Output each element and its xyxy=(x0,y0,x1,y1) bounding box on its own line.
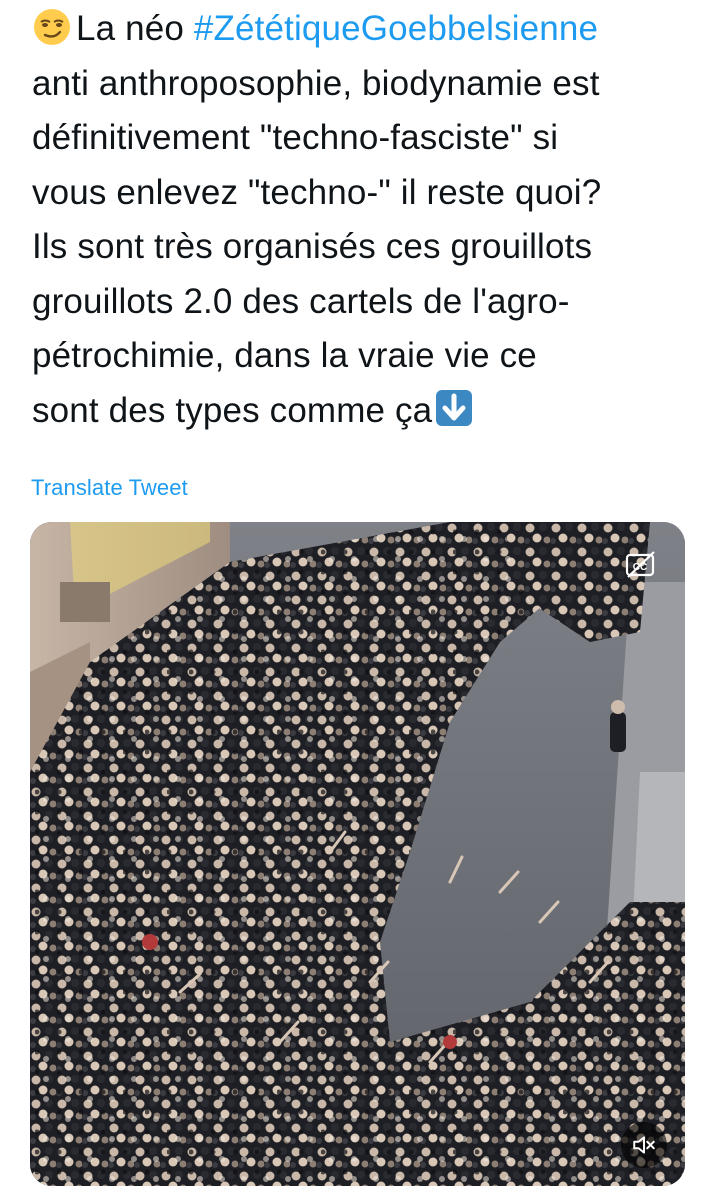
tweet-line-7: pétrochimie, dans la vraie vie ce xyxy=(32,336,537,375)
tweet-line-4: vous enlevez "techno-" il reste quoi? xyxy=(32,172,602,212)
tweet-line-8: sont des types comme ça xyxy=(32,384,702,439)
tweet: La néo #ZététiqueGoebbelsienne anti anth… xyxy=(0,0,715,1200)
tweet-text-prefix: La néo xyxy=(76,9,194,48)
tweet-line-1: La néo #ZététiqueGoebbelsienne xyxy=(32,2,702,57)
tweet-line-3: définitivement "techno-fasciste" si xyxy=(32,118,559,157)
hashtag-link[interactable]: #ZététiqueGoebbelsienne xyxy=(194,9,598,48)
tweet-line-5: Ils sont très organisés ces grouillots xyxy=(32,227,593,266)
speaker-muted-icon[interactable] xyxy=(621,1122,667,1168)
tweet-line-2: anti anthroposophie, biodynamie est xyxy=(32,63,600,103)
closed-captions-off-icon[interactable]: CC xyxy=(624,550,658,580)
tweet-line-6: grouillots 2.0 des cartels de l'agro- xyxy=(32,281,570,321)
video-player[interactable]: CC xyxy=(30,522,685,1186)
video-frame xyxy=(30,522,685,1186)
smirking-face-icon xyxy=(34,9,70,45)
tweet-last-line: sont des types comme ça xyxy=(32,390,433,430)
tweet-text: La néo #ZététiqueGoebbelsienne anti anth… xyxy=(32,2,702,438)
down-arrow-emoji-icon xyxy=(436,389,473,426)
translate-tweet-link[interactable]: Translate Tweet xyxy=(31,475,188,501)
